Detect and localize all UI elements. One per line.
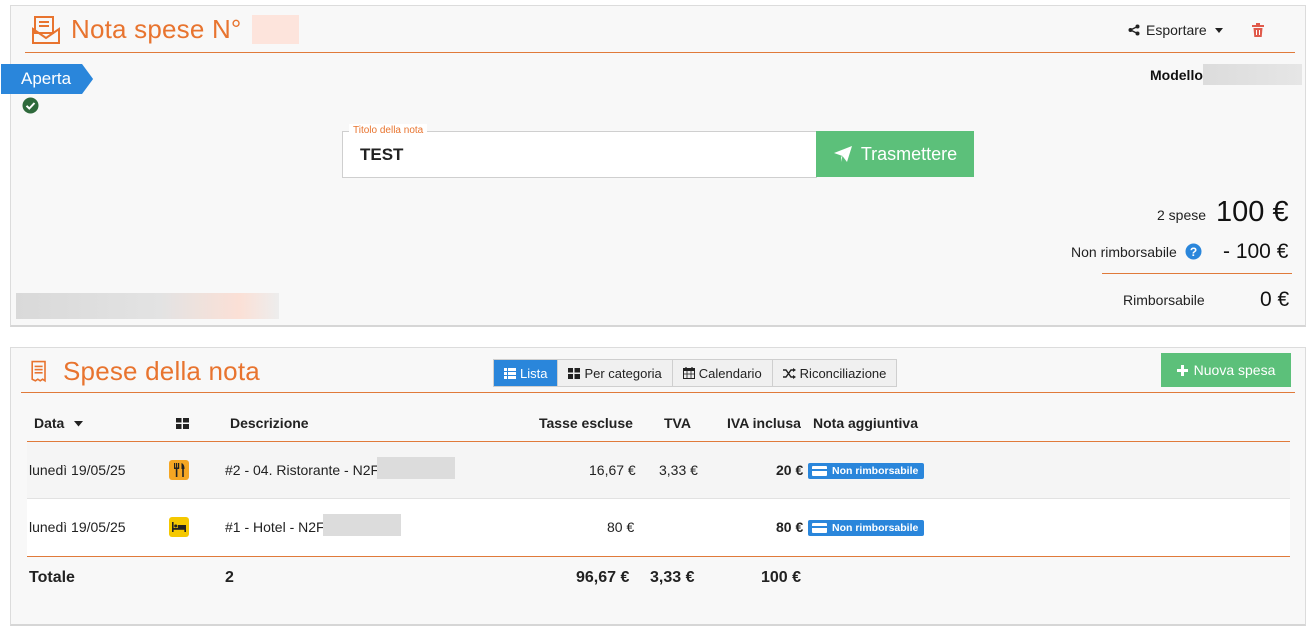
- note-title-field: Titolo della nota: [342, 124, 817, 178]
- credit-card-icon: [812, 466, 827, 476]
- note-number-redacted: [251, 15, 299, 44]
- expenses-header-divider: [21, 392, 1295, 393]
- column-header-date[interactable]: Data: [34, 415, 84, 431]
- table-row[interactable]: lunedì 19/05/25 #2 - 04. Ristorante - N2…: [27, 442, 1290, 499]
- export-button[interactable]: Esportare: [1128, 22, 1223, 38]
- paper-plane-icon: [833, 146, 852, 162]
- column-header-excl-tax: Tasse escluse: [539, 415, 633, 431]
- totals-label: Totale: [29, 569, 75, 586]
- expense-envelope-icon: [32, 15, 60, 44]
- column-header-date-label: Data: [34, 415, 65, 431]
- hotel-icon: [169, 517, 189, 537]
- column-header-note: Nota aggiuntiva: [813, 415, 919, 431]
- tab-calendario[interactable]: Calendario: [672, 360, 773, 386]
- tab-riconciliazione-label: Riconciliazione: [799, 365, 887, 381]
- row-date: lunedì 19/05/25: [29, 519, 126, 535]
- svg-text:?: ?: [1190, 245, 1197, 259]
- non-reimbursable-label: Non rimborsabile: [1071, 244, 1177, 260]
- totals-incl-tax: 100 €: [761, 569, 802, 586]
- new-expense-button[interactable]: Nuova spesa: [1161, 353, 1291, 387]
- page-title: Nota spese N°: [71, 14, 242, 44]
- expenses-title: Spese della nota: [63, 356, 260, 386]
- reimbursable-amount: 0 €: [1260, 288, 1290, 311]
- send-label: Trasmettere: [860, 143, 958, 164]
- share-icon: [1128, 24, 1140, 36]
- expenses-panel: Spese della nota Lista Per categoria Cal…: [10, 347, 1306, 626]
- tab-lista-label: Lista: [520, 365, 548, 381]
- restaurant-icon: [169, 460, 189, 480]
- footer-info-redacted: [16, 293, 279, 319]
- totals-count: 2: [225, 569, 234, 586]
- check-circle-icon: [22, 97, 39, 114]
- calendar-icon: [682, 367, 695, 379]
- help-icon[interactable]: ?: [1185, 243, 1202, 260]
- reimbursable-label: Rimborsabile: [1123, 292, 1205, 308]
- expenses-title-group: Spese della nota: [29, 356, 260, 387]
- row-incl-tax: 80 €: [776, 519, 804, 535]
- row-description-redacted: [377, 457, 455, 479]
- list-icon: [504, 367, 516, 379]
- badge-label: Non rimborsabile: [832, 465, 919, 477]
- grid-icon: [568, 367, 581, 379]
- note-title-input[interactable]: [360, 144, 800, 166]
- shuffle-icon: [782, 367, 796, 379]
- row-excl-tax: 80 €: [607, 519, 635, 535]
- category-grid-icon[interactable]: [176, 418, 189, 429]
- export-label: Esportare: [1146, 22, 1207, 38]
- new-expense-label: Nuova spesa: [1193, 362, 1276, 378]
- tab-calendario-label: Calendario: [698, 365, 762, 381]
- tab-per-categoria[interactable]: Per categoria: [558, 360, 673, 386]
- row-incl-tax: 20 €: [776, 462, 804, 478]
- row-date: lunedì 19/05/25: [29, 462, 126, 478]
- send-button[interactable]: Trasmettere: [816, 131, 974, 177]
- column-header-description: Descrizione: [230, 415, 309, 431]
- model-value-redacted: [1203, 64, 1302, 85]
- trash-icon[interactable]: [1252, 23, 1264, 37]
- tab-riconciliazione[interactable]: Riconciliazione: [772, 360, 897, 386]
- non-reimbursable-amount: - 100 €: [1223, 240, 1289, 263]
- model-label: Modello: [1150, 67, 1203, 83]
- totals-excl-tax: 96,67 €: [576, 569, 630, 586]
- column-header-tva: TVA: [664, 415, 691, 431]
- table-row[interactable]: lunedì 19/05/25 #1 - Hotel - N2F 80 € 80…: [27, 499, 1290, 556]
- non-reimbursable-badge: Non rimborsabile: [808, 463, 925, 479]
- totals-divider: [27, 556, 1290, 557]
- row-description-redacted: [323, 514, 401, 536]
- chevron-down-icon: [1214, 27, 1223, 33]
- non-reimbursable-badge: Non rimborsabile: [808, 520, 925, 536]
- row-description: #1 - Hotel - N2F: [225, 519, 325, 535]
- note-title-label: Titolo della nota: [349, 124, 428, 138]
- credit-card-icon: [812, 523, 827, 533]
- row-description: #2 - 04. Ristorante - N2F: [225, 462, 380, 478]
- badge-label: Non rimborsabile: [832, 522, 919, 534]
- expense-count: 2 spese: [1157, 207, 1207, 223]
- note-header-panel: Nota spese N° Esportare Aperta Modello T…: [1, 5, 1306, 327]
- row-excl-tax: 16,67 €: [589, 462, 636, 478]
- total-amount: 100 €: [1216, 196, 1289, 228]
- totals-tva: 3,33 €: [650, 569, 695, 586]
- note-title-group: Nota spese N°: [31, 14, 299, 45]
- row-tva: 3,33 €: [659, 462, 698, 478]
- plus-icon: [1176, 364, 1188, 376]
- receipt-icon: [31, 360, 46, 382]
- status-badge: Aperta: [1, 64, 94, 94]
- tab-per-categoria-label: Per categoria: [584, 365, 662, 381]
- tab-lista[interactable]: Lista: [494, 360, 559, 386]
- summary-divider: [1102, 273, 1292, 274]
- header-divider: [25, 52, 1295, 53]
- column-header-incl-tax: IVA inclusa: [727, 415, 801, 431]
- view-tabs: Lista Per categoria Calendario Riconcili…: [493, 359, 898, 387]
- sort-down-icon: [74, 421, 84, 427]
